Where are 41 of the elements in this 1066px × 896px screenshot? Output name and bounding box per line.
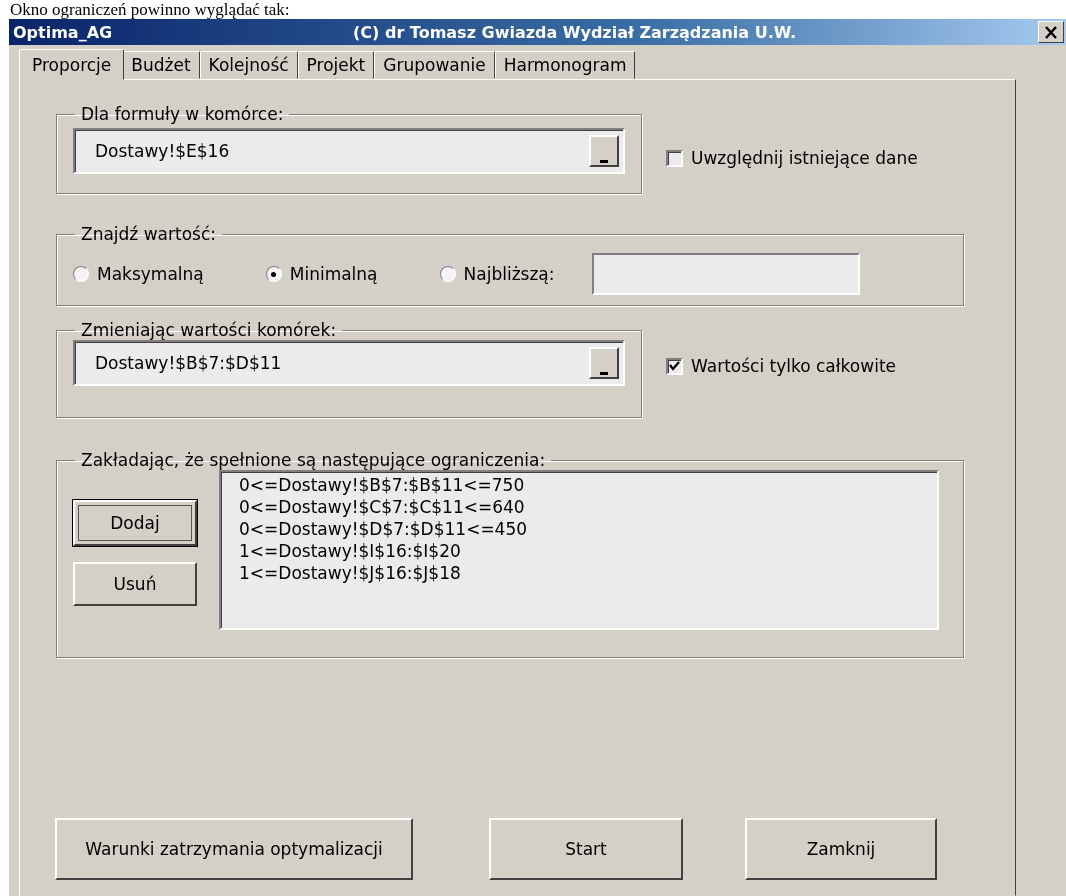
close-button[interactable] bbox=[1038, 21, 1064, 43]
document-text: Okno ograniczeń powinno wyglądać tak: bbox=[9, 0, 291, 19]
tab[interactable]: Grupowanie bbox=[374, 51, 495, 79]
tab[interactable]: Kolejność bbox=[199, 51, 298, 79]
group-legend: Zakładając, że spełnione są następujące ograniczenia: bbox=[75, 450, 552, 470]
radio-option[interactable]: Maksymalną bbox=[73, 264, 204, 284]
constraints-list[interactable]: 0<=Dostawy!$B$7:$B$11<=750 0<=Dostawy!$C$7:$C$11<=640 0<=Dostawy!$D$7:$D$11<=450 1<=Dostawy!$I$16:$I$20 1<=Dostawy!$J$16:$J$18 bbox=[219, 470, 939, 630]
nearest-value-field[interactable] bbox=[592, 253, 861, 295]
check-icon bbox=[669, 361, 680, 371]
collapse-button[interactable] bbox=[589, 135, 619, 167]
list-item[interactable]: 0<=Dostawy!$C$7:$C$11<=640 bbox=[239, 496, 937, 518]
tab[interactable]: Harmonogram bbox=[494, 51, 636, 79]
cell-reference-field[interactable]: Dostawy!$B$7:$D$11 bbox=[73, 340, 625, 386]
checkbox[interactable]: Wartości tylko całkowite bbox=[666, 356, 896, 376]
add-button[interactable]: Dodaj bbox=[73, 500, 197, 546]
dialog-button[interactable]: Warunki zatrzymania optymalizacji bbox=[55, 818, 413, 880]
tab[interactable]: Proporcje bbox=[19, 49, 125, 80]
cell-reference-field[interactable]: Dostawy!$E$16 bbox=[73, 128, 625, 174]
list-item[interactable]: 1<=Dostawy!$I$16:$I$20 bbox=[239, 540, 937, 562]
window-title: Optima_AG bbox=[13, 22, 114, 42]
tab[interactable]: Projekt bbox=[297, 51, 375, 79]
underscore-icon bbox=[599, 159, 609, 165]
dialog-button[interactable]: Start bbox=[489, 818, 683, 880]
field-value: Dostawy!$B$7:$D$11 bbox=[95, 353, 283, 373]
list-item[interactable]: 1<=Dostawy!$J$16:$J$18 bbox=[239, 562, 937, 584]
group-legend: Dla formuły w komórce: bbox=[75, 104, 290, 124]
checkbox[interactable]: Uwzględnij istniejące dane bbox=[666, 148, 918, 168]
window-credit: (C) dr Tomasz Gwiazda Wydział Zarządzania U.W. bbox=[353, 22, 798, 42]
group-legend: Zmieniając wartości komórek: bbox=[75, 320, 343, 340]
list-item[interactable]: 0<=Dostawy!$D$7:$D$11<=450 bbox=[239, 518, 937, 540]
group-legend: Znajdź wartość: bbox=[75, 224, 222, 244]
remove-button[interactable]: Usuń bbox=[73, 562, 197, 606]
close-icon bbox=[1044, 25, 1058, 39]
dialog-button[interactable]: Zamknij bbox=[745, 818, 937, 880]
radio-option[interactable]: Najbliższą: bbox=[439, 264, 555, 284]
radio-option[interactable]: Minimalną bbox=[265, 264, 378, 284]
underscore-icon bbox=[599, 371, 609, 377]
tab[interactable]: Budżet bbox=[122, 51, 200, 79]
list-item[interactable]: 0<=Dostawy!$B$7:$B$11<=750 bbox=[239, 474, 937, 496]
collapse-button[interactable] bbox=[589, 347, 619, 379]
field-value: Dostawy!$E$16 bbox=[95, 141, 231, 161]
